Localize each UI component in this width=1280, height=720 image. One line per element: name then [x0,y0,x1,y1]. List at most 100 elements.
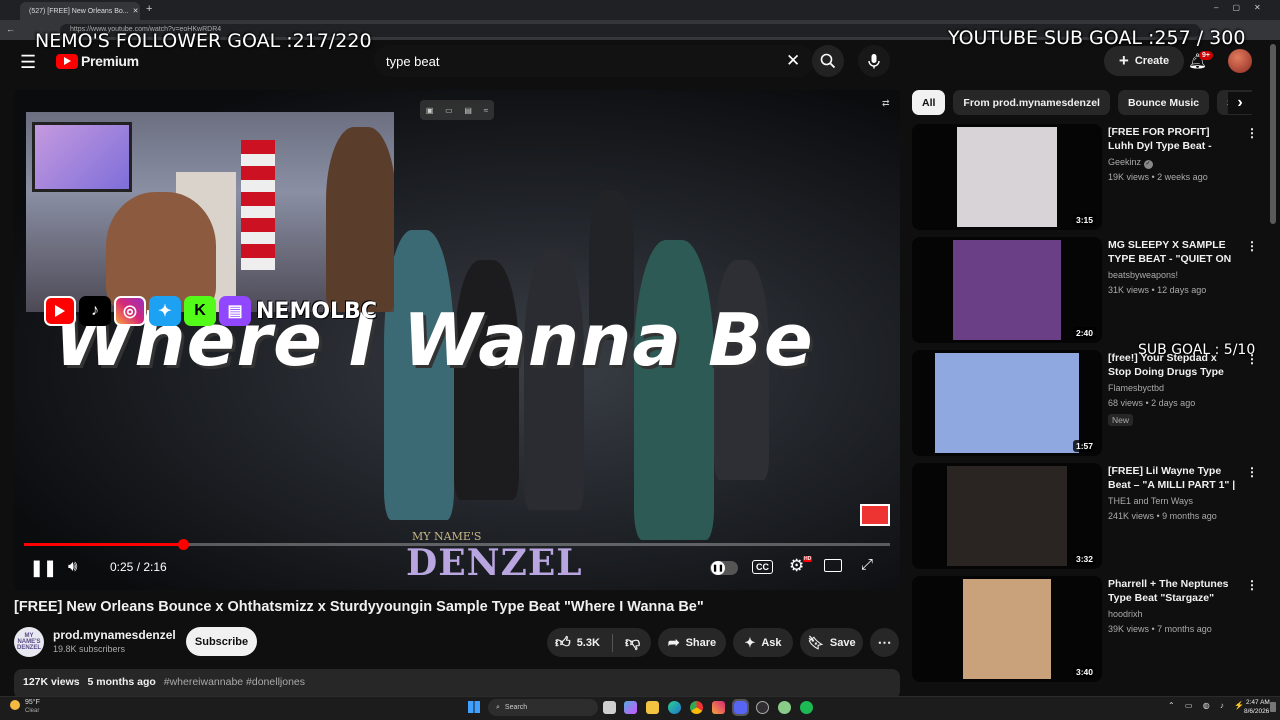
weather-temp: 95°F [25,699,40,706]
recommendation-thumbnail[interactable]: 3:15 [912,124,1102,230]
autoplay-toggle[interactable]: ❚❚ [710,561,738,575]
tray-icons[interactable]: ⌃ ▭ ◍ ♪ ⚡ [1168,701,1248,710]
subscribe-button[interactable]: Subscribe [186,627,257,656]
description-box[interactable]: 127K views 5 months ago #whereiwannabe #… [14,669,900,699]
chip-all[interactable]: All [912,90,946,115]
recommendation-channel[interactable]: Flamesbyctbd [1108,383,1164,393]
recommendation-channel[interactable]: THE1 and Tern Ways [1108,496,1193,506]
webcam-flag [241,140,275,270]
chip-bounce-music[interactable]: Bounce Music [1117,90,1210,115]
thumbs-down-icon[interactable]: 👎︎ [625,634,640,652]
volume-icon[interactable]: 🔊︎ [68,558,77,575]
recommendation-item[interactable]: 2:40 MG SLEEPY X SAMPLE TYPE BEAT - "QUIE… [912,237,1260,343]
more-actions-icon[interactable]: ⋯ [870,628,899,657]
recommendation-title[interactable]: [free!] Your Stepdad x Stop Doing Drugs … [1108,351,1238,381]
taskbar-search[interactable]: ⌕ Search [488,699,598,716]
share-button[interactable]: ➦ Share [658,628,726,657]
create-button[interactable]: + Create [1104,46,1184,76]
recommendation-channel[interactable]: Geekinz ✓ [1108,157,1153,169]
pip-icon[interactable]: ▣ [426,106,434,115]
recommendation-item[interactable]: 3:40 Pharrell + The Neptunes Type Beat "S… [912,576,1260,682]
notification-center-icon[interactable] [1270,702,1276,712]
save-button[interactable]: 🔖︎ Save [800,628,863,657]
chrome-icon[interactable] [690,701,703,714]
tiktok-icon: ♪ [79,296,111,326]
speed-icon[interactable]: ≈ [484,106,488,115]
recommendation-item[interactable]: 3:15 [FREE FOR PROFIT] Luhh Dyl Type Beat… [912,124,1260,230]
recommendation-thumbnail[interactable]: 3:32 [912,463,1102,569]
page-scrollbar[interactable] [1270,44,1276,224]
recommendation-thumbnail[interactable]: 1:57 [912,350,1102,456]
chip-from-channel[interactable]: From prod.mynamesdenzel [953,90,1110,115]
recommendation-title[interactable]: [FREE] Lil Wayne Type Beat – "A MILLI PA… [1108,464,1238,494]
channel-label: hoodrixh [1108,609,1143,619]
video-player[interactable]: ▣ ▭ ▤ ≈ ⇄ Where I Wanna Be ♪ ◎ ✦ K ▤ NEM… [14,90,900,590]
account-avatar[interactable] [1228,49,1252,73]
progress-knob[interactable] [178,539,189,550]
taskbar-search-icon: ⌕ [496,703,500,711]
channel-name[interactable]: prod.mynamesdenzel [53,628,176,642]
back-icon[interactable]: ← [6,24,15,34]
kebab-menu-icon[interactable]: ⋮ [1246,578,1258,592]
spotify-icon[interactable] [800,701,813,714]
kebab-menu-icon[interactable]: ⋮ [1246,352,1258,366]
like-button[interactable]: 👍︎ 5.3K [555,634,600,652]
start-windows-icon[interactable] [468,701,480,713]
settings-gear-icon[interactable]: ⚙ [789,556,804,576]
instagram-taskbar-icon[interactable] [712,701,725,714]
task-view-icon[interactable] [603,701,616,714]
clear-search-icon[interactable]: ✕ [786,51,800,71]
search-input[interactable]: type beat [374,45,814,77]
discord-icon[interactable] [732,699,749,716]
verified-icon: ✓ [1143,160,1153,169]
edge-icon[interactable] [668,701,681,714]
kebab-menu-icon[interactable]: ⋮ [1246,239,1258,253]
streamer-webcam [26,112,394,312]
new-tab-icon[interactable]: + [146,3,152,15]
captions-icon[interactable]: CC [752,560,773,574]
fullscreen-corner-icon[interactable]: ⇄ [882,98,890,109]
chevron-right-icon[interactable]: › [1228,92,1252,114]
weather-icon[interactable] [10,700,20,710]
browser-tab[interactable]: (527) [FREE] New Orleans Bo... ✕ [20,2,140,20]
theater-mode-icon[interactable] [824,559,842,572]
miniplayer-controls[interactable]: ▣ ▭ ▤ ≈ [420,100,494,120]
window-controls: –▢✕ [1214,3,1275,12]
video-title: [FREE] New Orleans Bounce x Ohthatsmizz … [14,599,704,615]
menu-icon[interactable]: ☰ [20,52,36,73]
recommendation-title[interactable]: MG SLEEPY X SAMPLE TYPE BEAT - "QUIET ON… [1108,238,1238,268]
copilot-icon[interactable] [624,701,637,714]
recommendation-meta: 39K views • 7 months ago [1108,624,1212,634]
theater-icon[interactable]: ▭ [445,106,453,115]
create-label: Create [1134,55,1170,67]
recommendation-channel[interactable]: beatsbyweapons! [1108,270,1178,280]
youtube-icon [44,296,76,326]
thumbnail-art [957,127,1057,227]
search-icon[interactable] [812,45,844,77]
kebab-menu-icon[interactable]: ⋮ [1246,126,1258,140]
channel-avatar[interactable]: MY NAME'S DENZEL [14,627,44,657]
recommendation-thumbnail[interactable]: 2:40 [912,237,1102,343]
watermark-denzel: DENZEL [406,542,583,584]
pause-icon[interactable]: ❚❚ [30,558,57,578]
thumbs-up-icon: 👍︎ [555,633,571,651]
microphone-icon[interactable] [858,45,890,77]
screenshot-icon[interactable]: ▤ [464,106,472,115]
recommendation-title[interactable]: [FREE FOR PROFIT] Luhh Dyl Type Beat - "… [1108,125,1238,155]
kebab-menu-icon[interactable]: ⋮ [1246,465,1258,479]
sparkle-icon: ✦ [744,634,756,650]
youtube-logo[interactable]: Premium [56,53,139,69]
youtube-goal-overlay: YOUTUBE SUB GOAL :257 / 300 [948,27,1246,49]
recommendation-item[interactable]: 3:32 [FREE] Lil Wayne Type Beat – "A MILL… [912,463,1260,569]
recommendation-channel[interactable]: hoodrixh [1108,609,1143,619]
file-explorer-icon[interactable] [646,701,659,714]
ask-button[interactable]: ✦ Ask [733,628,793,657]
recommendation-title[interactable]: Pharrell + The Neptunes Type Beat "Starg… [1108,577,1238,605]
recommendation-thumbnail[interactable]: 3:40 [912,576,1102,682]
hashtags[interactable]: #whereiwannabe #donelljones [164,676,305,688]
app-icon[interactable] [778,701,791,714]
obs-icon[interactable] [756,701,769,714]
recommendation-item[interactable]: 1:57 [free!] Your Stepdad x Stop Doing Dr… [912,350,1260,456]
fullscreen-icon[interactable]: ⤢ [861,556,873,573]
tab-close-icon[interactable]: ✕ [133,7,139,15]
